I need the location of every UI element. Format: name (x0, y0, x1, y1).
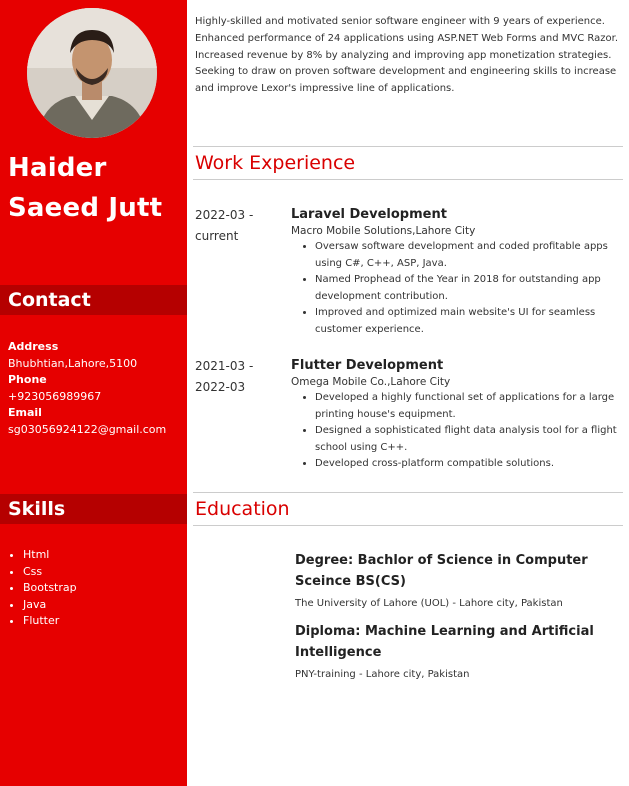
job-company: Omega Mobile Co.,Lahore City (291, 376, 451, 388)
name-line-first: Haider (8, 153, 107, 183)
education-heading: Education (193, 492, 623, 526)
skill-item: Css (23, 564, 77, 581)
skills-heading: Skills (0, 494, 187, 524)
job-bullet: Designed a sophisticated flight data ana… (315, 423, 621, 456)
contact-details: Address Bhubhtian,Lahore,5100 Phone +923… (8, 339, 166, 438)
education-entry: Degree: Bachlor of Science in Computer S… (295, 550, 615, 611)
phone-label: Phone (8, 373, 47, 386)
avatar-image (27, 8, 157, 138)
skill-item: Bootstrap (23, 580, 77, 597)
job-bullets: Oversaw software development and coded p… (315, 239, 621, 338)
work-experience-heading: Work Experience (193, 146, 623, 180)
skill-item: Html (23, 547, 77, 564)
main-content: Highly-skilled and motivated senior soft… (187, 0, 629, 786)
candidate-name: Haider Saeed Jutt (8, 148, 183, 228)
job-details: Laravel Development Macro Mobile Solutio… (291, 205, 621, 338)
job-title: Flutter Development (291, 358, 444, 373)
job-bullet: Developed cross-platform compatible solu… (315, 456, 621, 473)
name-line-last: Saeed Jutt (8, 193, 163, 223)
profile-summary: Highly-skilled and motivated senior soft… (195, 16, 619, 95)
job-dates: 2022-03 - current (195, 205, 285, 247)
job-details: Flutter Development Omega Mobile Co.,Lah… (291, 356, 621, 473)
education-degree: Degree: Bachlor of Science in Computer S… (295, 553, 588, 589)
skill-item: Flutter (23, 613, 77, 630)
phone-value: +923056989967 (8, 389, 102, 403)
address-value: Bhubhtian,Lahore,5100 (8, 356, 138, 370)
job-date-start: 2021-03 - (195, 359, 254, 373)
job-title: Laravel Development (291, 207, 447, 222)
job-date-end: 2022-03 (195, 380, 246, 394)
job-company: Macro Mobile Solutions,Lahore City (291, 225, 476, 237)
profile-photo (27, 8, 157, 138)
job-date-end: current (195, 229, 239, 243)
contact-heading: Contact (0, 285, 187, 315)
job-date-start: 2022-03 - (195, 208, 254, 222)
education-school: The University of Lahore (UOL) - Lahore … (295, 598, 563, 609)
email-value: sg03056924122@gmail.com (8, 422, 167, 436)
email-label: Email (8, 406, 42, 419)
education-entry: Diploma: Machine Learning and Artificial… (295, 621, 615, 682)
job-bullet: Oversaw software development and coded p… (315, 239, 621, 272)
job-bullet: Improved and optimized main website's UI… (315, 305, 621, 338)
address-label: Address (8, 340, 59, 353)
job-bullets: Developed a highly functional set of app… (315, 390, 621, 473)
education-degree: Diploma: Machine Learning and Artificial… (295, 624, 594, 660)
job-dates: 2021-03 - 2022-03 (195, 356, 285, 398)
job-bullet: Developed a highly functional set of app… (315, 390, 621, 423)
skills-list: Html Css Bootstrap Java Flutter (23, 547, 77, 630)
skill-item: Java (23, 597, 77, 614)
sidebar: Haider Saeed Jutt Contact Address Bhubht… (0, 0, 187, 786)
job-bullet: Named Prophead of the Year in 2018 for o… (315, 272, 621, 305)
education-school: PNY-training - Lahore city, Pakistan (295, 669, 470, 680)
